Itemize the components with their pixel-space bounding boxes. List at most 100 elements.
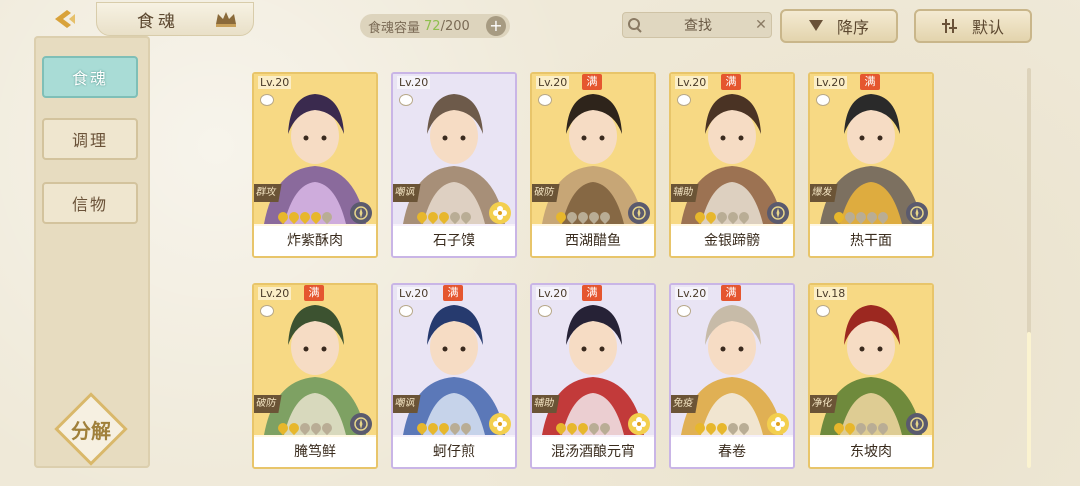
page-title-label: 食魂 bbox=[137, 11, 179, 32]
role-badge: 破防 bbox=[254, 395, 282, 413]
scrollbar-thumb[interactable] bbox=[1027, 332, 1031, 468]
card-level: Lv.20 bbox=[536, 287, 570, 300]
equipment-slot-icon bbox=[538, 94, 552, 106]
flame-icon bbox=[736, 209, 752, 225]
tab-tokens[interactable]: 信物 bbox=[42, 182, 138, 224]
star-rating bbox=[692, 420, 752, 436]
character-card[interactable]: Lv.20 满辅助 混汤酒酿元宵 bbox=[530, 283, 656, 469]
tab-food-soul[interactable]: 食魂 bbox=[42, 56, 138, 98]
star-rating bbox=[692, 209, 752, 225]
star-rating bbox=[553, 209, 613, 225]
role-badge: 净化 bbox=[810, 395, 838, 413]
dark-element-icon bbox=[906, 202, 928, 224]
decompose-label: 分解 bbox=[71, 418, 111, 443]
search-box[interactable]: 查找 ✕ bbox=[622, 12, 772, 38]
sort-order-label: 降序 bbox=[836, 18, 869, 37]
card-level: Lv.20 bbox=[675, 287, 709, 300]
star-rating bbox=[831, 420, 891, 436]
sort-mode-button[interactable]: 默认 bbox=[914, 9, 1032, 43]
max-level-badge: 满 bbox=[582, 74, 602, 90]
character-card[interactable]: Lv.20 满免疫春卷 bbox=[669, 283, 795, 469]
equipment-slot-icon bbox=[260, 94, 274, 106]
character-card[interactable]: Lv.20 嘲讽石子馍 bbox=[391, 72, 517, 258]
tab-label: 信物 bbox=[71, 195, 108, 214]
card-level: Lv.20 bbox=[814, 76, 848, 89]
flame-icon bbox=[875, 420, 891, 436]
character-card[interactable]: Lv.20 满破防腌笃鲜 bbox=[252, 283, 378, 469]
tab-label: 食魂 bbox=[71, 69, 108, 88]
star-rating bbox=[275, 209, 335, 225]
equipment-slot-icon bbox=[399, 305, 413, 317]
character-name: 石子馍 bbox=[393, 226, 515, 256]
character-name: 春卷 bbox=[671, 437, 793, 467]
crown-icon[interactable] bbox=[214, 10, 238, 32]
sort-mode-label: 默认 bbox=[971, 18, 1004, 37]
flame-icon bbox=[875, 209, 891, 225]
card-level: Lv.20 bbox=[397, 76, 431, 89]
card-level: Lv.20 bbox=[397, 287, 431, 300]
character-card[interactable]: Lv.20 满爆发 热干面 bbox=[808, 72, 934, 258]
light-element-icon bbox=[628, 413, 650, 435]
max-level-badge: 满 bbox=[721, 285, 741, 301]
light-element-icon bbox=[489, 202, 511, 224]
flame-icon bbox=[458, 420, 474, 436]
back-button[interactable] bbox=[38, 4, 94, 34]
card-level: Lv.20 bbox=[675, 76, 709, 89]
equipment-slot-icon bbox=[538, 305, 552, 317]
character-name: 西湖醋鱼 bbox=[532, 226, 654, 256]
add-capacity-button[interactable]: + bbox=[486, 16, 506, 36]
triangle-down-icon bbox=[808, 20, 823, 31]
filter-icon bbox=[941, 19, 957, 33]
flame-icon bbox=[319, 420, 335, 436]
equipment-slot-icon bbox=[260, 305, 274, 317]
character-name: 金银蹄髈 bbox=[671, 226, 793, 256]
dark-element-icon bbox=[350, 202, 372, 224]
star-rating bbox=[414, 209, 474, 225]
chevron-left-icon bbox=[55, 10, 75, 28]
card-level: Lv.20 bbox=[536, 76, 570, 89]
dark-element-icon bbox=[767, 202, 789, 224]
flame-icon bbox=[597, 209, 613, 225]
card-level: Lv.18 bbox=[814, 287, 848, 300]
dark-element-icon bbox=[350, 413, 372, 435]
card-level: Lv.20 bbox=[258, 287, 292, 300]
role-badge: 爆发 bbox=[810, 184, 838, 202]
sort-order-button[interactable]: 降序 bbox=[780, 9, 898, 43]
capacity-max: /200 bbox=[440, 18, 470, 34]
capacity-current: 72 bbox=[424, 18, 441, 34]
flame-icon bbox=[597, 420, 613, 436]
role-badge: 破防 bbox=[532, 184, 560, 202]
role-badge: 免疫 bbox=[671, 395, 699, 413]
role-badge: 嘲讽 bbox=[393, 184, 421, 202]
role-badge: 辅助 bbox=[532, 395, 560, 413]
flame-icon bbox=[319, 209, 335, 225]
star-rating bbox=[275, 420, 335, 436]
tab-label: 调理 bbox=[71, 131, 108, 150]
equipment-slot-icon bbox=[816, 94, 830, 106]
character-card[interactable]: Lv.20 满破防西湖醋鱼 bbox=[530, 72, 656, 258]
character-card[interactable]: Lv.20 群攻 炸紫酥肉 bbox=[252, 72, 378, 258]
card-level: Lv.20 bbox=[258, 76, 292, 89]
max-level-badge: 满 bbox=[860, 74, 880, 90]
decompose-button[interactable]: 分解 bbox=[52, 390, 130, 468]
character-card[interactable]: Lv.18 净化东坡肉 bbox=[808, 283, 934, 469]
character-card[interactable]: Lv.20 满辅助 金银蹄髈 bbox=[669, 72, 795, 258]
role-badge: 群攻 bbox=[254, 184, 282, 202]
equipment-slot-icon bbox=[677, 94, 691, 106]
max-level-badge: 满 bbox=[721, 74, 741, 90]
character-name: 腌笃鲜 bbox=[254, 437, 376, 467]
star-rating bbox=[414, 420, 474, 436]
character-name: 东坡肉 bbox=[810, 437, 932, 467]
capacity-label: 食魂容量 bbox=[368, 20, 421, 36]
max-level-badge: 满 bbox=[304, 285, 324, 301]
tab-conditioning[interactable]: 调理 bbox=[42, 118, 138, 160]
character-card[interactable]: Lv.20 满嘲讽 蚵仔煎 bbox=[391, 283, 517, 469]
equipment-slot-icon bbox=[399, 94, 413, 106]
role-badge: 嘲讽 bbox=[393, 395, 421, 413]
capacity-display: 食魂容量 72 /200 + bbox=[360, 14, 510, 38]
character-name: 混汤酒酿元宵 bbox=[532, 437, 654, 467]
magnifier-icon bbox=[628, 18, 642, 33]
close-icon[interactable]: ✕ bbox=[751, 17, 771, 33]
dark-element-icon bbox=[628, 202, 650, 224]
search-label: 查找 bbox=[684, 18, 712, 34]
